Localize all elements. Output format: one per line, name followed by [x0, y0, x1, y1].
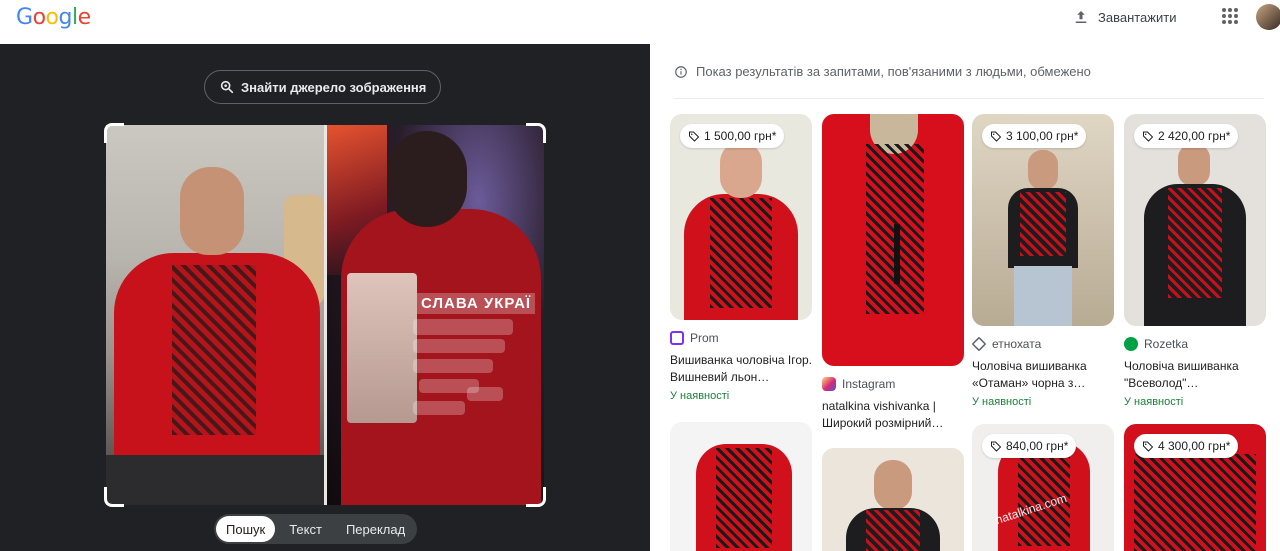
- tag-icon: [991, 441, 1002, 452]
- result-source[interactable]: Rozetka: [1124, 336, 1266, 352]
- tab-search[interactable]: Пошук: [216, 516, 276, 542]
- results-panel: Показ результатів за запитами, пов'язани…: [650, 44, 1280, 551]
- crop-handle-top-left[interactable]: [104, 123, 124, 143]
- result-thumbnail[interactable]: 3 100,00 грн*: [972, 114, 1114, 326]
- google-logo[interactable]: Google: [16, 5, 91, 30]
- price-badge: 4 300,00 грн*: [1134, 434, 1239, 458]
- result-source[interactable]: Instagram: [822, 376, 964, 392]
- result-thumbnail[interactable]: 1 500,00 грн*: [670, 114, 812, 320]
- lens-mode-tabs: Пошук Текст Переклад: [214, 514, 418, 544]
- result-title[interactable]: natalkina vishivanka | Широкий розмірний…: [822, 398, 964, 432]
- result-thumbnail[interactable]: natalkina.com 840,00 грн*: [972, 424, 1114, 551]
- availability: У наявності: [972, 396, 1032, 408]
- find-image-source-button[interactable]: Знайти джерело зображення: [204, 70, 442, 104]
- notice-text: Показ результатів за запитами, пов'язани…: [696, 64, 1091, 79]
- result-card[interactable]: 2 420,00 грн* Rozetka Чоловіча вишиванка…: [1124, 114, 1266, 408]
- result-card[interactable]: 4 300,00 грн*: [1124, 424, 1266, 551]
- ethnohata-icon: [971, 336, 987, 352]
- lens-image-panel: Знайти джерело зображення СЛАВА УКРАЇ По…: [0, 44, 650, 551]
- apps-grid-icon[interactable]: [1222, 8, 1238, 24]
- top-bar: Google Завантажити: [0, 0, 1280, 44]
- result-card[interactable]: Instagram natalkina vishivanka | Широкий…: [822, 114, 964, 432]
- tag-icon: [689, 131, 700, 142]
- result-card[interactable]: [822, 448, 964, 551]
- result-thumbnail[interactable]: [670, 422, 812, 551]
- prom-icon: [670, 331, 684, 345]
- price-badge: 2 420,00 грн*: [1134, 124, 1239, 148]
- photo-man-back: СЛАВА УКРАЇ: [327, 125, 544, 505]
- price-badge: 1 500,00 грн*: [680, 124, 785, 148]
- instagram-icon: [822, 377, 836, 391]
- result-source[interactable]: етнохата: [971, 336, 1114, 352]
- photo-man-front: [106, 125, 324, 505]
- tag-icon: [991, 131, 1002, 142]
- result-card[interactable]: natalkina.com 840,00 грн*: [972, 424, 1114, 551]
- find-image-source-label: Знайти джерело зображення: [241, 79, 427, 95]
- result-title[interactable]: Чоловіча вишиванка "Всеволод"…: [1124, 358, 1266, 392]
- price-badge: 840,00 грн*: [982, 434, 1077, 458]
- tag-icon: [1143, 441, 1154, 452]
- tab-translate[interactable]: Переклад: [336, 516, 415, 542]
- result-title[interactable]: Чоловіча вишиванка «Отаман» чорна з…: [972, 358, 1114, 392]
- upload-button[interactable]: Завантажити: [1072, 6, 1176, 28]
- result-title[interactable]: Вишиванка чоловіча Ігор. Вишневий льон…: [670, 352, 812, 386]
- crop-handle-bottom-left[interactable]: [104, 487, 124, 507]
- avatar[interactable]: [1256, 4, 1280, 30]
- availability: У наявності: [1124, 396, 1184, 408]
- result-card[interactable]: [670, 422, 812, 551]
- price-badge: 3 100,00 грн*: [982, 124, 1087, 148]
- result-card[interactable]: 1 500,00 грн* Prom Вишиванка чоловіча Іг…: [670, 114, 812, 402]
- result-thumbnail[interactable]: [822, 448, 964, 551]
- rozetka-icon: [1124, 337, 1138, 351]
- tag-icon: [1143, 131, 1154, 142]
- upload-icon: [1075, 11, 1087, 23]
- availability: У наявності: [670, 390, 730, 402]
- result-thumbnail[interactable]: [822, 114, 964, 366]
- restricted-results-notice: Показ результатів за запитами, пов'язани…: [674, 64, 1091, 79]
- result-source[interactable]: Prom: [670, 330, 812, 346]
- result-thumbnail[interactable]: 2 420,00 грн*: [1124, 114, 1266, 326]
- lens-search-icon: [220, 80, 234, 94]
- result-thumbnail[interactable]: 4 300,00 грн*: [1124, 424, 1266, 551]
- upload-label: Завантажити: [1098, 9, 1177, 25]
- result-card[interactable]: 3 100,00 грн* етнохата Чоловіча вишиванк…: [971, 114, 1114, 408]
- info-icon: [675, 65, 687, 78]
- selected-image[interactable]: СЛАВА УКРАЇ: [104, 123, 546, 507]
- tab-text[interactable]: Текст: [279, 516, 332, 542]
- shirt-print-text: СЛАВА УКРАЇ: [417, 293, 536, 314]
- crop-handle-bottom-right[interactable]: [526, 487, 546, 507]
- crop-handle-top-right[interactable]: [526, 123, 546, 143]
